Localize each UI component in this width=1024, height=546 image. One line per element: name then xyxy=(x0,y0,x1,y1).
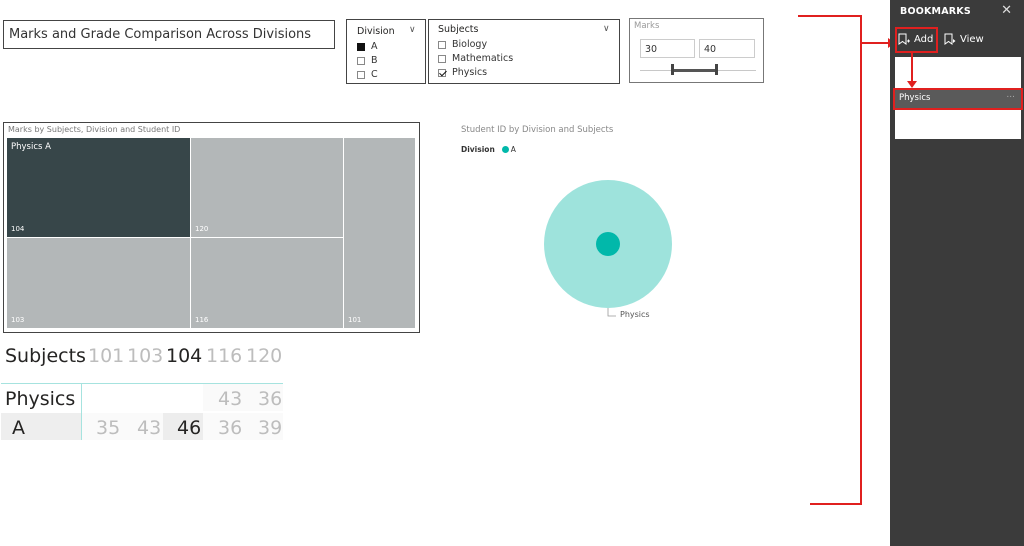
matrix-col-header[interactable]: 101 xyxy=(88,345,124,367)
matrix-cell: 35 xyxy=(96,417,121,439)
treemap-tile-label: 104 xyxy=(11,225,25,233)
marks-slicer[interactable]: Marks 30 40 xyxy=(629,18,764,83)
pie-legend: Division A xyxy=(461,145,516,154)
treemap-visual[interactable]: Marks by Subjects, Division and Student … xyxy=(3,122,420,333)
matrix-cell: 43 xyxy=(137,417,162,439)
chevron-down-icon[interactable]: ∨ xyxy=(603,24,610,34)
pie-chart[interactable] xyxy=(520,160,700,330)
division-option-c[interactable]: C xyxy=(357,69,378,80)
pie-chart-title: Student ID by Division and Subjects xyxy=(461,125,614,135)
treemap-tile-label: 116 xyxy=(195,316,209,324)
treemap-tile[interactable]: 120 xyxy=(191,138,344,238)
marks-slider-min-handle[interactable] xyxy=(671,64,674,75)
marks-slicer-header: Marks xyxy=(634,21,660,31)
treemap-tile[interactable]: 101 xyxy=(344,138,416,329)
division-slicer[interactable]: Division ∨ A B C xyxy=(346,19,426,84)
treemap-tile-label: 120 xyxy=(195,225,209,233)
chevron-down-icon[interactable]: ∨ xyxy=(409,25,416,35)
matrix-col-header[interactable]: 104 xyxy=(166,345,202,367)
pie-center-dot[interactable] xyxy=(596,232,620,256)
annotation-box-physics xyxy=(893,88,1023,110)
matrix-cell: 36 xyxy=(258,388,283,410)
matrix-row-header[interactable]: A xyxy=(12,417,25,439)
subject-option-label: Mathematics xyxy=(452,53,514,64)
matrix-cell: 46 xyxy=(177,417,202,439)
annotation-bracket-top xyxy=(798,15,862,17)
division-option-b[interactable]: B xyxy=(357,55,378,66)
bookmarks-pane-title: BOOKMARKS xyxy=(900,6,971,17)
matrix-cell: 36 xyxy=(218,417,243,439)
marks-slider-max-handle[interactable] xyxy=(715,64,718,75)
treemap-title: Marks by Subjects, Division and Student … xyxy=(8,125,181,134)
checkbox-icon[interactable] xyxy=(438,40,446,49)
treemap-tile-label: 103 xyxy=(11,316,25,324)
marks-max-input[interactable]: 40 xyxy=(699,39,755,58)
marks-min-input[interactable]: 30 xyxy=(640,39,695,58)
treemap-tile-label: 101 xyxy=(348,316,362,324)
annotation-arrow-line xyxy=(911,53,913,83)
annotation-bracket-side xyxy=(860,15,862,505)
subject-option-physics[interactable]: Physics xyxy=(438,67,487,78)
view-bookmark-label: View xyxy=(960,34,984,45)
matrix-col-header[interactable]: 120 xyxy=(246,345,282,367)
annotation-box-add xyxy=(895,27,938,53)
division-option-label: A xyxy=(371,41,378,52)
checkbox-icon[interactable] xyxy=(357,42,365,51)
subject-option-mathematics[interactable]: Mathematics xyxy=(438,53,513,64)
pie-leader-line xyxy=(607,308,616,317)
subjects-slicer[interactable]: Subjects ∨ Biology Mathematics Physics xyxy=(428,19,620,84)
marks-slider-range xyxy=(673,69,716,72)
legend-title: Division xyxy=(461,145,495,154)
subject-option-label: Biology xyxy=(452,39,488,50)
division-option-a[interactable]: A xyxy=(357,41,378,52)
checkmark-icon[interactable] xyxy=(438,68,446,77)
treemap-group-label: Physics A xyxy=(11,142,51,152)
subjects-slicer-header: Subjects xyxy=(438,24,479,35)
checkbox-icon[interactable] xyxy=(357,70,365,79)
treemap-tile[interactable]: Physics A 104 xyxy=(7,138,191,238)
legend-dot-icon xyxy=(501,146,509,153)
close-icon[interactable]: ✕ xyxy=(1001,3,1012,18)
division-slicer-header: Division xyxy=(357,26,395,37)
treemap-tile[interactable]: 116 xyxy=(191,238,344,329)
matrix-corner-label: Subjects xyxy=(5,345,86,367)
subject-option-biology[interactable]: Biology xyxy=(438,39,487,50)
matrix-row-header[interactable]: Physics xyxy=(5,388,75,410)
pie-slice-label: Physics xyxy=(620,310,650,319)
annotation-arrow-head-icon xyxy=(907,81,917,88)
matrix-col-header[interactable]: 103 xyxy=(127,345,163,367)
legend-item[interactable]: A xyxy=(511,145,516,154)
matrix-col-header[interactable]: 116 xyxy=(206,345,242,367)
subject-option-label: Physics xyxy=(452,67,488,78)
view-bookmark-icon xyxy=(944,33,956,45)
division-option-label: C xyxy=(371,69,378,80)
report-title: Marks and Grade Comparison Across Divisi… xyxy=(3,20,335,49)
checkbox-icon[interactable] xyxy=(438,54,446,63)
treemap-tile[interactable]: 103 xyxy=(7,238,191,329)
bookmark-thumbnail[interactable] xyxy=(895,110,1021,139)
matrix-cell: 43 xyxy=(218,388,243,410)
view-bookmark-button[interactable]: View xyxy=(943,33,984,46)
matrix-cell: 39 xyxy=(258,417,283,439)
annotation-bracket-bottom xyxy=(810,503,862,505)
checkbox-icon[interactable] xyxy=(357,56,365,65)
division-option-label: B xyxy=(371,55,378,66)
bookmarks-pane: BOOKMARKS ✕ Add View Physics ... xyxy=(890,0,1024,546)
